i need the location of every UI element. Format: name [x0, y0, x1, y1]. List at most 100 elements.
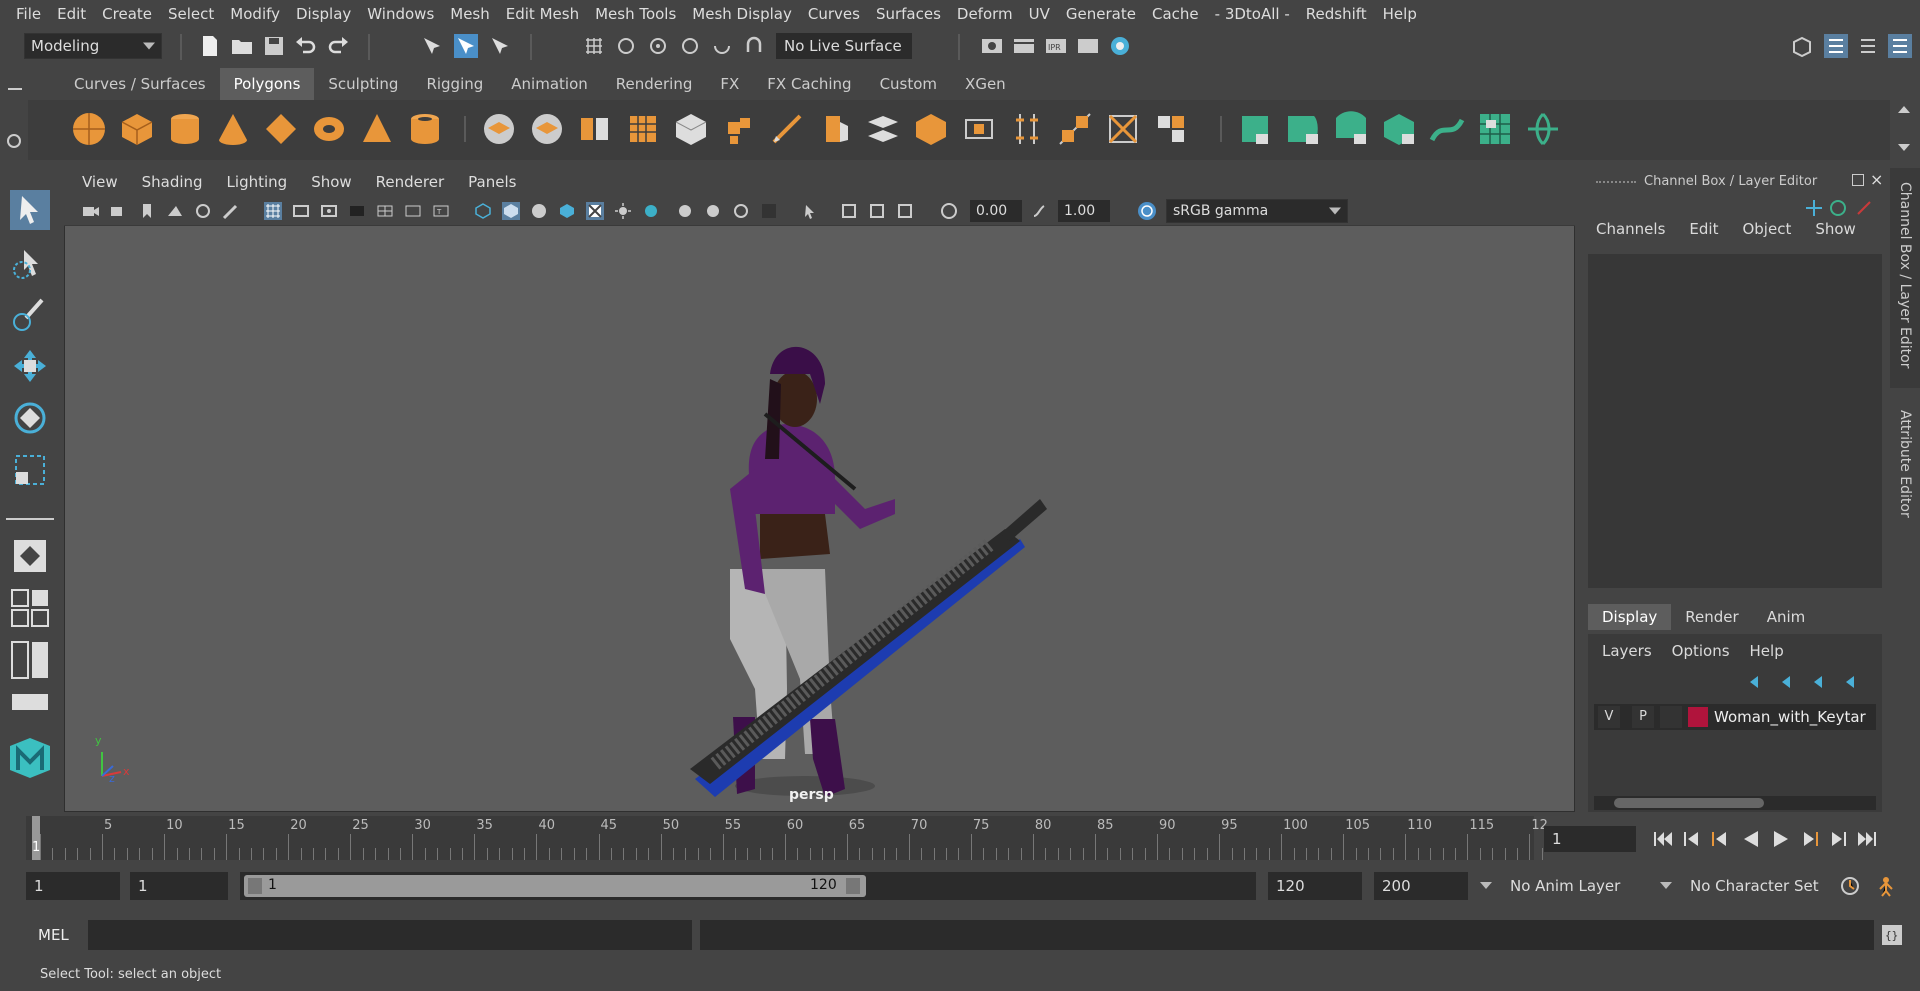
isolate-select-icon[interactable] — [802, 202, 820, 220]
graph-layout-icon[interactable] — [10, 692, 50, 712]
mode-selector[interactable]: Modeling — [24, 33, 162, 59]
layer-playback-toggle[interactable]: P — [1632, 706, 1654, 728]
menu-edit-mesh[interactable]: Edit Mesh — [498, 5, 587, 23]
layers-menu[interactable]: Layers — [1602, 642, 1652, 660]
range-start-grip[interactable] — [248, 878, 262, 894]
render-view-icon[interactable] — [980, 34, 1004, 58]
menu-uv[interactable]: UV — [1021, 5, 1058, 23]
command-input[interactable] — [88, 920, 692, 950]
layer-visibility-toggle[interactable]: V — [1598, 706, 1620, 728]
depth-of-field-icon[interactable] — [732, 202, 750, 220]
uv-cylindrical-icon[interactable] — [1284, 110, 1322, 148]
xray-joints-icon[interactable] — [840, 202, 858, 220]
smooth-icon[interactable] — [576, 110, 614, 148]
shelf-scroll-up-icon[interactable] — [1898, 106, 1910, 113]
poly-cube-icon[interactable] — [118, 110, 156, 148]
move-tool-icon[interactable] — [10, 346, 50, 386]
uv-spherical-icon[interactable] — [1332, 110, 1370, 148]
textured-icon[interactable] — [558, 202, 576, 220]
woman-with-keytar-model[interactable] — [690, 346, 1047, 797]
layer-color-swatch[interactable] — [1688, 707, 1708, 727]
menu-help[interactable]: Help — [1375, 5, 1425, 23]
slide-edge-icon[interactable] — [1056, 110, 1094, 148]
shadows-icon[interactable] — [614, 202, 632, 220]
lasso-tool-icon[interactable] — [10, 242, 50, 282]
menu-curves[interactable]: Curves — [800, 5, 868, 23]
scene-end-field[interactable]: 200 — [1374, 872, 1468, 900]
help-menu[interactable]: Help — [1750, 642, 1784, 660]
merge-icon[interactable] — [1104, 110, 1142, 148]
new-scene-icon[interactable] — [198, 34, 222, 58]
bookmark-icon[interactable] — [138, 202, 156, 220]
mirror-icon[interactable] — [624, 110, 662, 148]
snap-curve-icon[interactable] — [614, 34, 638, 58]
float-panel-icon[interactable] — [1852, 174, 1864, 186]
character-set-selector[interactable]: No Character Set — [1682, 872, 1824, 900]
playback-start-field[interactable]: 1 — [130, 872, 228, 900]
snap-live-icon[interactable] — [710, 34, 734, 58]
vp-menu-shading[interactable]: Shading — [130, 173, 215, 191]
command-language-label[interactable]: MEL — [38, 926, 69, 944]
character-set-chevron-down-icon[interactable] — [1660, 882, 1672, 889]
tab-animation[interactable]: Animation — [497, 68, 601, 100]
outliner-layout-icon[interactable] — [10, 640, 50, 680]
four-pane-layout-icon[interactable] — [10, 588, 50, 628]
paint-select-tool-icon[interactable] — [10, 294, 50, 334]
exposure-icon[interactable] — [940, 202, 958, 220]
target-weld-icon[interactable] — [1008, 110, 1046, 148]
menu-surfaces[interactable]: Surfaces — [868, 5, 949, 23]
modeling-toolkit-icon[interactable] — [1790, 34, 1814, 58]
rotate-tool-icon[interactable] — [10, 398, 50, 438]
layer-row[interactable]: V P Woman_with_Keytar — [1594, 704, 1876, 730]
poly-pyramid-icon[interactable] — [358, 110, 396, 148]
screen-space-ao-icon[interactable] — [642, 202, 660, 220]
multi-cut-icon[interactable] — [768, 110, 806, 148]
uv-automatic-icon[interactable] — [1380, 110, 1418, 148]
shelf-scroll-down-icon[interactable] — [1898, 144, 1910, 151]
poly-cylinder-icon[interactable] — [166, 110, 204, 148]
color-management-toggle-icon[interactable] — [1138, 202, 1156, 220]
gamma-field[interactable]: 1.00 — [1058, 200, 1110, 222]
snap-magnet-icon[interactable] — [742, 34, 766, 58]
range-slider-handle[interactable]: 1 120 — [244, 875, 866, 897]
layer-type-toggle[interactable] — [1660, 706, 1682, 728]
channel-list[interactable] — [1588, 254, 1882, 588]
hypershade-icon[interactable] — [1108, 34, 1132, 58]
bevel-icon[interactable] — [720, 110, 758, 148]
poly-plane-icon[interactable] — [262, 110, 300, 148]
scale-tool-icon[interactable] — [10, 450, 50, 490]
uv-planar-icon[interactable] — [1236, 110, 1274, 148]
channels-menu[interactable]: Channels — [1596, 220, 1665, 238]
tab-fx-caching[interactable]: FX Caching — [753, 68, 865, 100]
tab-rendering[interactable]: Rendering — [602, 68, 707, 100]
backface-culling-icon[interactable] — [896, 202, 914, 220]
use-all-lights-icon[interactable] — [586, 202, 604, 220]
tab-display[interactable]: Display — [1588, 604, 1672, 630]
close-icon[interactable]: × — [1870, 170, 1883, 189]
tab-custom[interactable]: Custom — [866, 68, 951, 100]
auto-key-icon[interactable] — [1838, 874, 1862, 898]
script-editor-icon[interactable]: {} — [1880, 923, 1904, 947]
combine-icon[interactable] — [480, 110, 518, 148]
viewport-persp[interactable]: y x z persp — [64, 168, 1575, 812]
separate-icon[interactable] — [528, 110, 566, 148]
layer-action-buttons[interactable] — [1748, 674, 1872, 690]
render-frame-icon[interactable] — [1012, 34, 1036, 58]
options-menu[interactable]: Options — [1672, 642, 1730, 660]
select-components-icon[interactable] — [488, 34, 512, 58]
resolution-gate-icon[interactable] — [320, 202, 338, 220]
anim-layer-selector[interactable]: No Anim Layer — [1502, 872, 1650, 900]
vp-menu-renderer[interactable]: Renderer — [364, 173, 456, 191]
manipulator-toggles[interactable] — [1804, 198, 1874, 218]
tab-curves-surfaces[interactable]: Curves / Surfaces — [60, 68, 220, 100]
poly-cone-icon[interactable] — [214, 110, 252, 148]
attribute-editor-toggle-icon[interactable] — [1824, 34, 1848, 58]
shelf-menu-icon[interactable] — [8, 88, 22, 90]
tab-polygons[interactable]: Polygons — [219, 68, 315, 100]
scene-start-field[interactable]: 1 — [26, 872, 120, 900]
tab-sculpting[interactable]: Sculpting — [314, 68, 412, 100]
step-back-frame-icon[interactable] — [1708, 828, 1730, 850]
tab-xgen[interactable]: XGen — [951, 68, 1020, 100]
tab-render[interactable]: Render — [1671, 604, 1752, 630]
menu-modify[interactable]: Modify — [222, 5, 288, 23]
